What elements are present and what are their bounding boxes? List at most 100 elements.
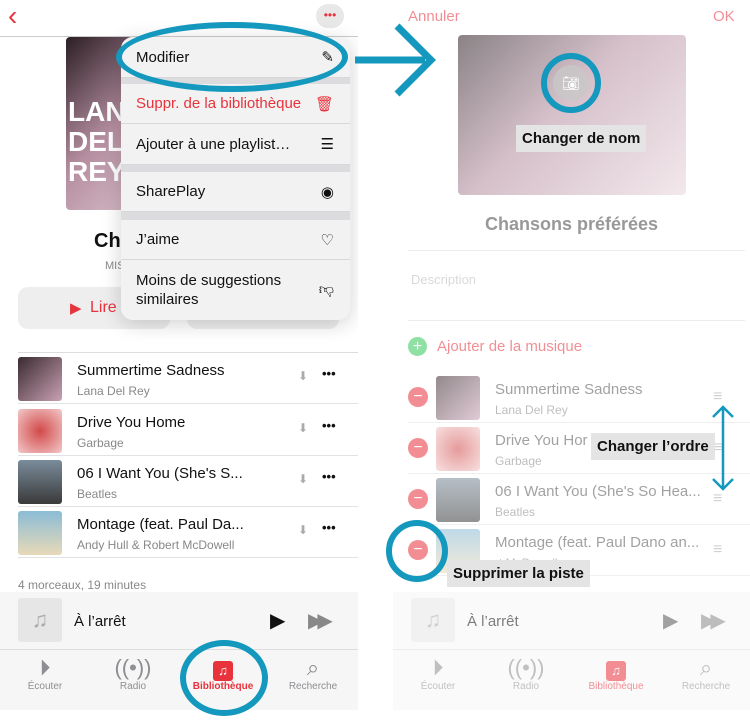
tab-label: Recherche	[288, 681, 338, 692]
playlist-name-field[interactable]: Chansons préférées	[393, 214, 750, 235]
play-icon[interactable]: ▶	[663, 608, 678, 633]
annotation-reorder: Changer l’ordre	[591, 433, 715, 460]
download-icon[interactable]: ⬇	[298, 369, 308, 383]
song-artist: Lana Del Rey	[495, 403, 568, 417]
song-title: 06 I Want You (She's S...	[77, 465, 243, 482]
tab-radio[interactable]: ((•)) Radio	[481, 655, 571, 692]
song-artist: Garbage	[495, 454, 542, 468]
heart-icon: ♡	[320, 231, 334, 249]
shareplay-icon: ◉	[320, 183, 334, 201]
song-title: Summertime Sadness	[495, 381, 643, 398]
playlist-summary: 4 morceaux, 19 minutes	[18, 578, 147, 592]
download-icon[interactable]: ⬇	[298, 472, 308, 486]
tab-label: Radio	[512, 681, 540, 692]
player-status: À l’arrêt	[467, 613, 519, 630]
annotation-rename: Changer de nom	[516, 125, 647, 152]
mini-player[interactable]: ♫ À l’arrêt ▶ ▶▶	[0, 592, 358, 650]
annotation-delete: Supprimer la piste	[447, 560, 590, 587]
tab-search[interactable]: ⌕ Recherche	[661, 655, 750, 692]
trash-icon: 🗑	[314, 95, 334, 113]
song-artist: Lana Del Rey	[77, 384, 150, 398]
menu-item-shareplay[interactable]: SharePlay ◉	[121, 172, 350, 212]
tab-search[interactable]: ⌕ Recherche	[268, 655, 358, 692]
song-title: 06 I Want You (She's So Hea...	[495, 483, 701, 500]
song-artist: Andy Hull & Robert McDowell	[77, 538, 235, 552]
highlight-library-tab	[180, 640, 268, 716]
edit-song-row[interactable]: − Summertime Sadness Lana Del Rey ≡	[408, 372, 750, 423]
more-icon[interactable]: •••	[322, 520, 336, 535]
tab-radio[interactable]: ((•)) Radio	[88, 655, 178, 692]
tab-label: Recherche	[681, 681, 731, 692]
song-artwork	[18, 409, 62, 453]
add-to-list-icon: ☰	[320, 136, 334, 153]
ok-button[interactable]: OK	[713, 8, 735, 25]
more-icon[interactable]: •••	[322, 469, 336, 484]
menu-item-less-suggestions[interactable]: Moins de suggestions similaires 👎︎	[121, 260, 350, 320]
tab-listen[interactable]: ⏵ Écouter	[393, 655, 483, 692]
tab-listen[interactable]: ⏵ Écouter	[0, 655, 90, 692]
more-icon[interactable]: •••	[322, 418, 336, 433]
song-artwork	[436, 376, 480, 420]
song-row[interactable]: 06 I Want You (She's S... Beatles ⬇ •••	[18, 456, 358, 507]
menu-label: J’aime	[136, 231, 180, 248]
menu-item-like[interactable]: J’aime ♡	[121, 220, 350, 260]
tab-library[interactable]: ♫ Bibliothèque	[571, 655, 661, 692]
song-title: Drive You Home	[77, 414, 186, 431]
forward-icon[interactable]: ▶▶	[701, 608, 726, 633]
song-artist: Garbage	[77, 436, 124, 450]
music-note-icon: ♫	[18, 598, 62, 642]
description-field[interactable]: Description	[411, 272, 476, 287]
play-label: Lire	[90, 299, 117, 316]
song-artwork	[436, 427, 480, 471]
search-icon: ⌕	[306, 655, 320, 680]
song-row[interactable]: Summertime Sadness Lana Del Rey ⬇ •••	[18, 353, 358, 404]
menu-separator	[121, 165, 350, 172]
highlight-camera	[541, 53, 601, 113]
song-row[interactable]: Drive You Home Garbage ⬇ •••	[18, 405, 358, 456]
edit-song-row[interactable]: −06 I Want You (She's So Hea... Beatles ≡	[408, 474, 750, 525]
add-music-button[interactable]: Ajouter de la musique	[437, 338, 582, 355]
playlist-screen: ‹ ••• LANA DEL REY Cha MIS ▶ Lire Modifi…	[0, 0, 358, 720]
tab-label: Écouter	[420, 681, 456, 692]
forward-icon[interactable]: ▶▶	[308, 608, 333, 633]
play-icon[interactable]: ▶	[270, 608, 285, 633]
song-artist: Beatles	[77, 487, 118, 501]
menu-label: Suppr. de la bibliothèque	[136, 95, 302, 112]
radio-icon: ((•))	[507, 655, 545, 680]
more-button[interactable]: •••	[316, 4, 344, 28]
song-title: Montage (feat. Paul Da...	[77, 516, 244, 533]
add-icon[interactable]: +	[408, 337, 427, 356]
song-artwork	[436, 478, 480, 522]
menu-item-add-playlist[interactable]: Ajouter à une playlist… ☰	[121, 124, 350, 165]
song-row[interactable]: Montage (feat. Paul Da... Andy Hull & Rob…	[18, 507, 358, 558]
song-title: Summertime Sadness	[77, 362, 225, 379]
back-button[interactable]: ‹	[8, 0, 17, 32]
tab-label: Écouter	[27, 681, 63, 692]
download-icon[interactable]: ⬇	[298, 523, 308, 537]
song-title: Drive You Hor	[495, 432, 588, 449]
remove-icon[interactable]: −	[408, 387, 428, 407]
highlight-modifier	[116, 22, 348, 92]
player-status: À l’arrêt	[74, 613, 126, 630]
tab-label: Bibliothèque	[588, 681, 644, 692]
remove-icon[interactable]: −	[408, 438, 428, 458]
search-icon: ⌕	[699, 655, 713, 680]
mini-player[interactable]: ♫ À l’arrêt ▶ ▶▶	[393, 592, 750, 650]
menu-label: Moins de suggestions similaires	[136, 272, 282, 308]
play-icon: ▶	[70, 300, 82, 317]
song-title: Montage (feat. Paul Dano an...	[495, 534, 700, 551]
menu-separator	[121, 212, 350, 220]
art-text: LANA DEL REY	[68, 96, 145, 187]
song-artwork	[18, 511, 62, 555]
play-circle-icon: ⏵	[39, 655, 51, 680]
divider	[408, 320, 745, 321]
radio-icon: ((•))	[114, 655, 152, 680]
arrow-icon	[355, 23, 436, 97]
drag-handle-icon[interactable]: ≡	[713, 541, 722, 559]
song-artist: Beatles	[495, 505, 536, 519]
download-icon[interactable]: ⬇	[298, 421, 308, 435]
more-icon[interactable]: •••	[322, 366, 336, 381]
song-artwork	[18, 460, 62, 504]
song-artwork	[18, 357, 62, 401]
remove-icon[interactable]: −	[408, 489, 428, 509]
